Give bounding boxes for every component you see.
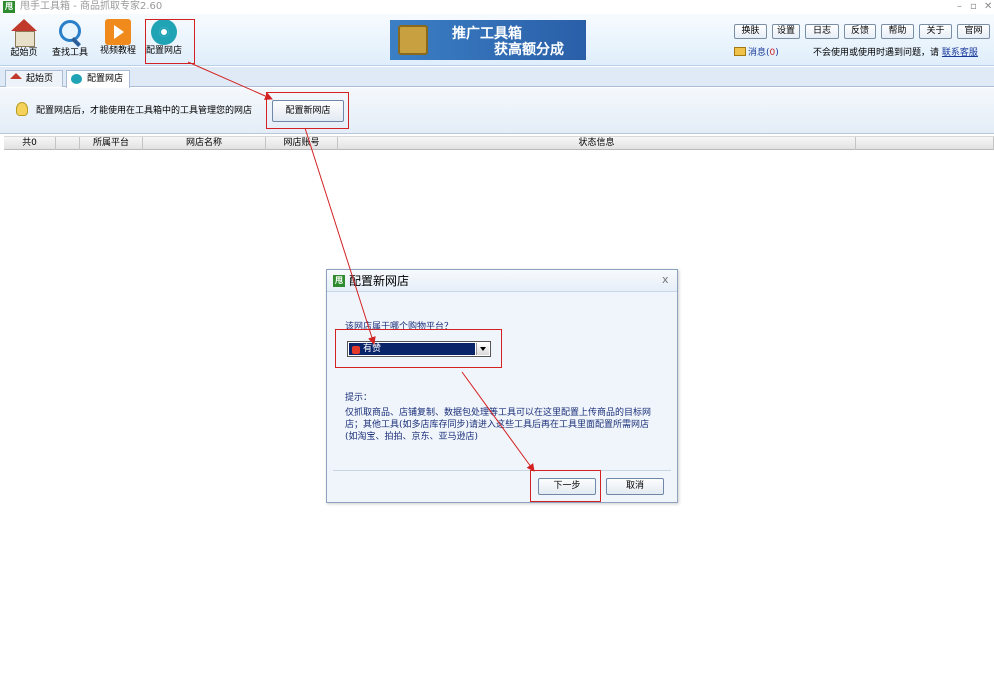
arrow-toolbar-to-button — [187, 61, 273, 100]
annotation-arrows — [187, 61, 535, 472]
arrow-button-to-select — [304, 127, 376, 345]
arrow-select-to-next — [461, 371, 535, 472]
app-window: 甩 甩手工具箱 - 商品抓取专家2.60 – ▫ ✕ 起始页 查找工具 视频教程… — [0, 0, 994, 684]
